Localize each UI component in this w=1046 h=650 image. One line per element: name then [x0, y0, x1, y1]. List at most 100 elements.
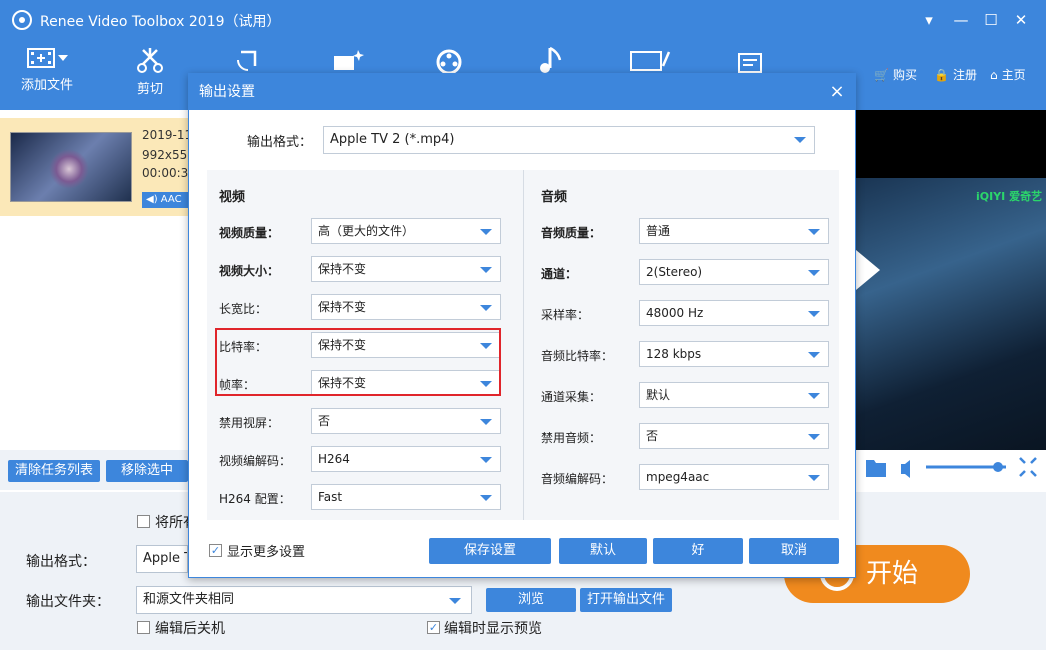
browse-button[interactable]: 浏览 — [486, 588, 576, 612]
task-resolution: 992x556 — [142, 148, 188, 162]
chevron-down-icon — [808, 352, 820, 358]
output-folder-select[interactable]: 和源文件夹相同 — [136, 586, 472, 614]
video-codec-label: 视频编解码： — [219, 454, 292, 468]
aspect-ratio-select[interactable]: 保持不变 — [311, 294, 501, 320]
register-label: 注册 — [952, 68, 977, 82]
channel-capture-select[interactable]: 默认 — [639, 382, 829, 408]
video-section-title: 视频 — [219, 190, 246, 205]
dialog-format-select[interactable]: Apple TV 2 (*.mp4) — [323, 126, 815, 154]
home-icon: ⌂ — [990, 67, 998, 82]
audio-bitrate-value: 128 kbps — [646, 347, 702, 361]
document-icon — [738, 53, 762, 73]
dialog-format-label: 输出格式： — [247, 135, 313, 150]
video-size-value: 保持不变 — [318, 262, 367, 276]
default-button[interactable]: 默认 — [559, 538, 647, 564]
dialog-close-icon[interactable]: × — [827, 74, 847, 110]
add-file-button[interactable]: 添加文件 — [14, 46, 80, 106]
volume-icon[interactable] — [901, 460, 910, 478]
audio-section-title: 音频 — [541, 190, 568, 205]
video-quality-select[interactable]: 高（更大的文件） — [311, 218, 501, 244]
task-actions: 清除任务列表 移除选中 — [0, 450, 188, 490]
chevron-down-icon — [449, 598, 461, 604]
folder-icon[interactable] — [866, 460, 886, 477]
minimize-icon[interactable]: — — [950, 9, 972, 31]
audio-codec-label: 音频编解码： — [541, 472, 614, 486]
chevron-down-icon — [808, 229, 820, 235]
audio-codec: AAC — [160, 194, 182, 205]
chevron-down-icon — [480, 419, 492, 425]
chevron-down-icon — [808, 270, 820, 276]
chevron-down-icon — [480, 305, 492, 311]
video-quality-label: 视频质量： — [219, 226, 280, 240]
video-preview[interactable]: iQIYI 爱奇艺 — [856, 110, 1046, 450]
audio-codec-select[interactable]: mpeg4aac — [639, 464, 829, 490]
clear-list-button[interactable]: 清除任务列表 — [8, 460, 100, 482]
cut-label: 剪切 — [136, 82, 163, 97]
show-more-label: 显示更多设置 — [227, 545, 306, 560]
remove-selected-button[interactable]: 移除选中 — [106, 460, 188, 482]
close-icon[interactable]: ✕ — [1010, 9, 1032, 31]
play-icon[interactable] — [856, 250, 880, 290]
show-more-checkbox[interactable]: ✓ — [209, 544, 222, 557]
subtitle-icon — [630, 51, 671, 71]
volume-knob[interactable] — [993, 462, 1003, 472]
chevron-down-icon — [480, 457, 492, 463]
video-thumbnail — [10, 132, 132, 202]
cart-icon: 🛒 — [874, 67, 889, 82]
cancel-button[interactable]: 取消 — [749, 538, 839, 564]
film-effects-icon — [334, 50, 364, 70]
video-size-select[interactable]: 保持不变 — [311, 256, 501, 282]
merge-checkbox[interactable] — [137, 515, 150, 528]
chevron-down-icon — [808, 311, 820, 317]
maximize-icon[interactable]: ☐ — [980, 9, 1002, 31]
home-link[interactable]: ⌂ 主页 — [990, 66, 1026, 83]
register-link[interactable]: 🔒 注册 — [934, 66, 977, 83]
audio-bitrate-select[interactable]: 128 kbps — [639, 341, 829, 367]
dialog-format-value: Apple TV 2 (*.mp4) — [330, 132, 455, 147]
open-output-folder-button[interactable]: 打开输出文件 — [580, 588, 672, 612]
task-duration: 00:00:3 — [142, 166, 188, 180]
output-settings-dialog: 输出设置 × 输出格式： Apple TV 2 (*.mp4) 视频 音频 视频… — [188, 73, 856, 578]
save-settings-button[interactable]: 保存设置 — [429, 538, 551, 564]
menu-dropdown-icon[interactable]: ▾ — [918, 9, 940, 31]
h264-profile-label: H264 配置： — [219, 492, 291, 506]
chevron-down-icon — [794, 137, 806, 143]
player-controls-svg — [866, 457, 1037, 478]
video-codec-value: H264 — [318, 452, 350, 466]
shutdown-label: 编辑后关机 — [155, 621, 225, 637]
audio-badge[interactable]: ◀) AAC — [142, 192, 188, 208]
audio-quality-select[interactable]: 普通 — [639, 218, 829, 244]
disable-video-label: 禁用视屏： — [219, 416, 280, 430]
video-codec-select[interactable]: H264 — [311, 446, 501, 472]
output-format-label: 输出格式： — [26, 554, 96, 570]
buy-label: 购买 — [892, 68, 917, 82]
fullscreen-icon[interactable] — [1019, 457, 1037, 477]
video-bitrate-value: 保持不变 — [318, 338, 367, 352]
dialog-title: 输出设置 — [189, 74, 855, 110]
chevron-down-icon — [808, 434, 820, 440]
frame-rate-value: 保持不变 — [318, 376, 367, 390]
audio-quality-value: 普通 — [646, 224, 671, 238]
show-preview-checkbox[interactable]: ✓ — [427, 621, 440, 634]
sample-rate-label: 采样率： — [541, 308, 590, 322]
shutdown-checkbox[interactable] — [137, 621, 150, 634]
sample-rate-select[interactable]: 48000 Hz — [639, 300, 829, 326]
disable-audio-label: 禁用音频： — [541, 431, 602, 445]
h264-profile-select[interactable]: Fast — [311, 484, 501, 510]
disable-audio-select[interactable]: 否 — [639, 423, 829, 449]
app-logo-icon — [12, 10, 32, 30]
preview-brand: iQIYI 爱奇艺 — [976, 190, 1043, 203]
ok-button[interactable]: 好 — [653, 538, 743, 564]
channel-select[interactable]: 2(Stereo) — [639, 259, 829, 285]
cut-button[interactable]: 剪切 — [122, 46, 178, 106]
chevron-down-icon — [480, 381, 492, 387]
disable-video-select[interactable]: 否 — [311, 408, 501, 434]
output-format-select[interactable]: Apple TV — [136, 545, 188, 573]
channel-capture-value: 默认 — [646, 388, 671, 402]
chevron-down-icon — [808, 393, 820, 399]
aspect-ratio-label: 长宽比： — [219, 302, 268, 316]
buy-link[interactable]: 🛒 购买 — [874, 66, 917, 83]
video-size-label: 视频大小： — [219, 264, 280, 278]
frame-rate-select[interactable]: 保持不变 — [311, 370, 501, 396]
video-bitrate-select[interactable]: 保持不变 — [311, 332, 501, 358]
